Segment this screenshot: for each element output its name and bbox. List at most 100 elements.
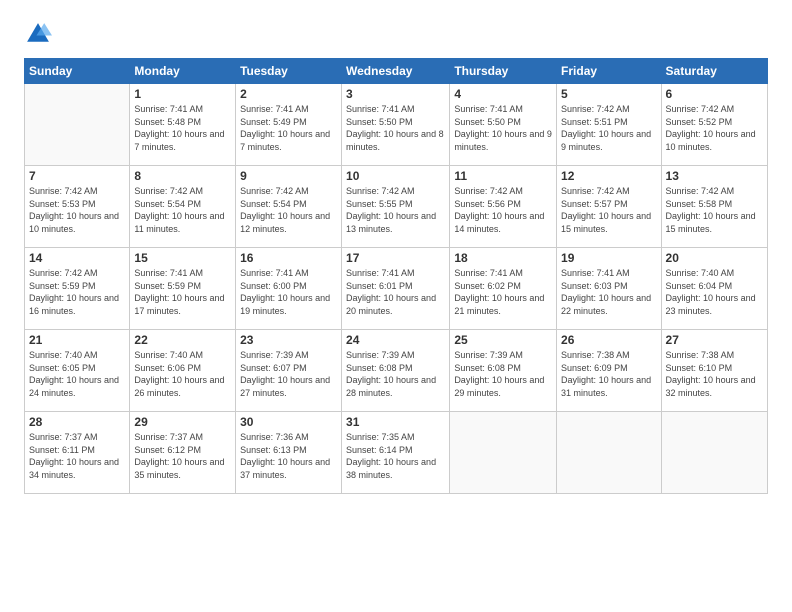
day-cell: 8 Sunrise: 7:42 AMSunset: 5:54 PMDaylight… [130,166,236,248]
week-row-4: 28 Sunrise: 7:37 AMSunset: 6:11 PMDayligh… [25,412,768,494]
day-cell: 17 Sunrise: 7:41 AMSunset: 6:01 PMDayligh… [342,248,450,330]
day-number: 26 [561,333,656,347]
day-info: Sunrise: 7:40 AMSunset: 6:05 PMDaylight:… [29,349,125,399]
day-info: Sunrise: 7:41 AMSunset: 6:00 PMDaylight:… [240,267,337,317]
day-info: Sunrise: 7:41 AMSunset: 6:02 PMDaylight:… [454,267,552,317]
day-number: 22 [134,333,231,347]
day-cell: 11Sunrise: 7:42 AMSunset: 5:56 PMDayligh… [450,166,557,248]
day-cell: 20 Sunrise: 7:40 AMSunset: 6:04 PMDayligh… [661,248,767,330]
day-cell: 4 Sunrise: 7:41 AMSunset: 5:50 PMDaylight… [450,84,557,166]
day-info: Sunrise: 7:41 AMSunset: 5:50 PMDaylight:… [454,103,552,153]
day-info: Sunrise: 7:35 AMSunset: 6:14 PMDaylight:… [346,431,445,481]
day-info: Sunrise: 7:38 AMSunset: 6:10 PMDaylight:… [666,349,763,399]
header-thursday: Thursday [450,59,557,84]
day-info: Sunrise: 7:38 AMSunset: 6:09 PMDaylight:… [561,349,656,399]
day-number: 14 [29,251,125,265]
day-number: 6 [666,87,763,101]
day-cell: 19Sunrise: 7:41 AMSunset: 6:03 PMDayligh… [557,248,661,330]
day-cell: 18Sunrise: 7:41 AMSunset: 6:02 PMDayligh… [450,248,557,330]
day-cell: 23 Sunrise: 7:39 AMSunset: 6:07 PMDayligh… [236,330,342,412]
day-number: 16 [240,251,337,265]
day-cell [661,412,767,494]
day-info: Sunrise: 7:42 AMSunset: 5:55 PMDaylight:… [346,185,445,235]
day-cell: 28 Sunrise: 7:37 AMSunset: 6:11 PMDayligh… [25,412,130,494]
day-cell: 3Sunrise: 7:41 AMSunset: 5:50 PMDaylight… [342,84,450,166]
header-monday: Monday [130,59,236,84]
day-cell: 26 Sunrise: 7:38 AMSunset: 6:09 PMDayligh… [557,330,661,412]
day-cell: 10 Sunrise: 7:42 AMSunset: 5:55 PMDayligh… [342,166,450,248]
day-info: Sunrise: 7:39 AMSunset: 6:08 PMDaylight:… [346,349,445,399]
day-cell: 30 Sunrise: 7:36 AMSunset: 6:13 PMDayligh… [236,412,342,494]
day-number: 1 [134,87,231,101]
day-cell: 24Sunrise: 7:39 AMSunset: 6:08 PMDayligh… [342,330,450,412]
day-number: 17 [346,251,445,265]
day-number: 9 [240,169,337,183]
week-row-3: 21 Sunrise: 7:40 AMSunset: 6:05 PMDayligh… [25,330,768,412]
day-info: Sunrise: 7:39 AMSunset: 6:07 PMDaylight:… [240,349,337,399]
day-number: 15 [134,251,231,265]
day-cell: 21 Sunrise: 7:40 AMSunset: 6:05 PMDayligh… [25,330,130,412]
header [24,20,768,48]
day-info: Sunrise: 7:42 AMSunset: 5:56 PMDaylight:… [454,185,552,235]
day-number: 4 [454,87,552,101]
day-number: 19 [561,251,656,265]
day-cell: 2 Sunrise: 7:41 AMSunset: 5:49 PMDaylight… [236,84,342,166]
day-number: 12 [561,169,656,183]
day-info: Sunrise: 7:37 AMSunset: 6:12 PMDaylight:… [134,431,231,481]
day-info: Sunrise: 7:40 AMSunset: 6:06 PMDaylight:… [134,349,231,399]
week-row-0: 1 Sunrise: 7:41 AMSunset: 5:48 PMDaylight… [25,84,768,166]
day-number: 10 [346,169,445,183]
day-info: Sunrise: 7:41 AMSunset: 5:48 PMDaylight:… [134,103,231,153]
calendar-table: SundayMondayTuesdayWednesdayThursdayFrid… [24,58,768,494]
header-wednesday: Wednesday [342,59,450,84]
day-info: Sunrise: 7:42 AMSunset: 5:54 PMDaylight:… [240,185,337,235]
logo-icon [24,20,52,48]
day-cell: 29Sunrise: 7:37 AMSunset: 6:12 PMDayligh… [130,412,236,494]
day-info: Sunrise: 7:41 AMSunset: 5:49 PMDaylight:… [240,103,337,153]
day-cell: 6Sunrise: 7:42 AMSunset: 5:52 PMDaylight… [661,84,767,166]
day-number: 21 [29,333,125,347]
day-number: 30 [240,415,337,429]
day-info: Sunrise: 7:42 AMSunset: 5:54 PMDaylight:… [134,185,231,235]
day-info: Sunrise: 7:41 AMSunset: 5:50 PMDaylight:… [346,103,445,153]
day-cell: 7 Sunrise: 7:42 AMSunset: 5:53 PMDaylight… [25,166,130,248]
day-number: 2 [240,87,337,101]
day-cell: 15 Sunrise: 7:41 AMSunset: 5:59 PMDayligh… [130,248,236,330]
day-number: 28 [29,415,125,429]
day-number: 23 [240,333,337,347]
day-number: 7 [29,169,125,183]
day-info: Sunrise: 7:40 AMSunset: 6:04 PMDaylight:… [666,267,763,317]
day-info: Sunrise: 7:42 AMSunset: 5:59 PMDaylight:… [29,267,125,317]
day-number: 5 [561,87,656,101]
day-info: Sunrise: 7:41 AMSunset: 5:59 PMDaylight:… [134,267,231,317]
day-cell [450,412,557,494]
day-number: 20 [666,251,763,265]
day-info: Sunrise: 7:42 AMSunset: 5:53 PMDaylight:… [29,185,125,235]
day-cell [25,84,130,166]
day-info: Sunrise: 7:41 AMSunset: 6:01 PMDaylight:… [346,267,445,317]
day-number: 31 [346,415,445,429]
day-cell: 13Sunrise: 7:42 AMSunset: 5:58 PMDayligh… [661,166,767,248]
day-cell [557,412,661,494]
page: SundayMondayTuesdayWednesdayThursdayFrid… [0,0,792,612]
day-info: Sunrise: 7:36 AMSunset: 6:13 PMDaylight:… [240,431,337,481]
logo [24,20,56,48]
day-cell: 31 Sunrise: 7:35 AMSunset: 6:14 PMDayligh… [342,412,450,494]
day-info: Sunrise: 7:42 AMSunset: 5:57 PMDaylight:… [561,185,656,235]
day-cell: 27 Sunrise: 7:38 AMSunset: 6:10 PMDayligh… [661,330,767,412]
day-cell: 16 Sunrise: 7:41 AMSunset: 6:00 PMDayligh… [236,248,342,330]
day-info: Sunrise: 7:42 AMSunset: 5:58 PMDaylight:… [666,185,763,235]
day-info: Sunrise: 7:39 AMSunset: 6:08 PMDaylight:… [454,349,552,399]
day-cell: 1 Sunrise: 7:41 AMSunset: 5:48 PMDaylight… [130,84,236,166]
header-row: SundayMondayTuesdayWednesdayThursdayFrid… [25,59,768,84]
day-number: 27 [666,333,763,347]
header-saturday: Saturday [661,59,767,84]
day-info: Sunrise: 7:37 AMSunset: 6:11 PMDaylight:… [29,431,125,481]
day-number: 8 [134,169,231,183]
header-tuesday: Tuesday [236,59,342,84]
day-cell: 9 Sunrise: 7:42 AMSunset: 5:54 PMDaylight… [236,166,342,248]
week-row-2: 14 Sunrise: 7:42 AMSunset: 5:59 PMDayligh… [25,248,768,330]
day-info: Sunrise: 7:42 AMSunset: 5:51 PMDaylight:… [561,103,656,153]
week-row-1: 7 Sunrise: 7:42 AMSunset: 5:53 PMDaylight… [25,166,768,248]
day-number: 25 [454,333,552,347]
